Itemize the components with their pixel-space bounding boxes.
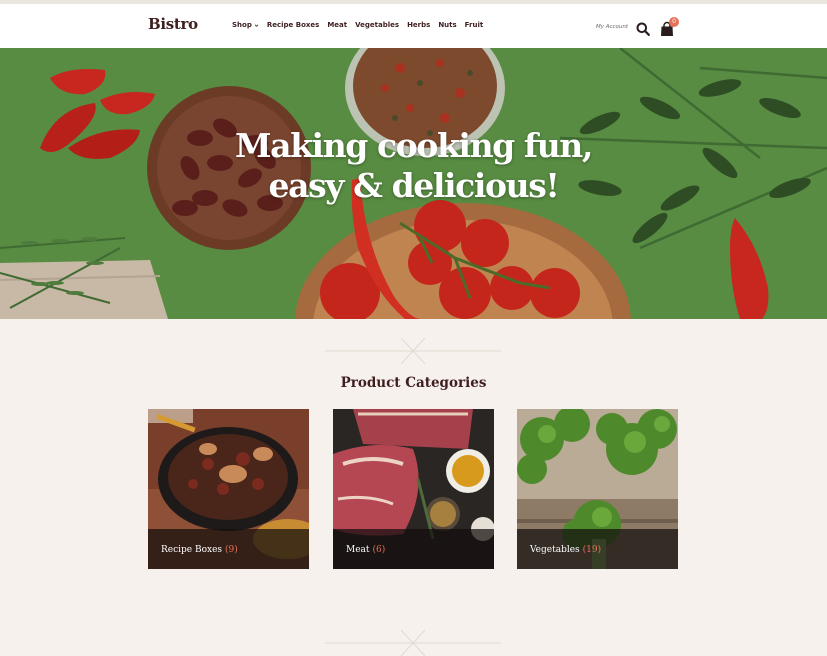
nav-item-label: Shop: [232, 21, 252, 29]
category-label: Meat (6): [346, 545, 385, 555]
hero-headline-line-1: Making cooking fun,: [234, 126, 593, 165]
nav-item-nuts[interactable]: Nuts: [438, 21, 456, 29]
category-count: (9): [225, 545, 238, 555]
cart-count-badge: 0: [669, 17, 679, 27]
hero-headline: Making cooking fun, easy & delicious!: [0, 126, 827, 206]
chevron-down-icon: [254, 23, 259, 27]
hero-headline-line-2: easy & delicious!: [268, 166, 560, 205]
hero-banner: Making cooking fun, easy & delicious!: [0, 48, 827, 319]
my-account-link[interactable]: My Account: [596, 24, 628, 30]
category-name: Recipe Boxes: [161, 545, 223, 555]
category-card-recipe-boxes[interactable]: Recipe Boxes (9): [148, 409, 309, 569]
section-divider: [325, 338, 501, 364]
site-logo[interactable]: Bistro: [148, 15, 198, 33]
nav-item-recipe-boxes[interactable]: Recipe Boxes: [267, 21, 319, 29]
nav-item-label: Fruit: [464, 21, 484, 29]
nav-item-shop[interactable]: Shop: [232, 21, 259, 29]
product-categories-title: Product Categories: [340, 375, 487, 391]
nav-item-label: Vegetables: [355, 21, 400, 29]
nav-item-meat[interactable]: Meat: [327, 21, 347, 29]
category-count: (19): [582, 545, 602, 555]
site-header: Bistro Shop Recipe Boxes Meat Vegetables…: [0, 4, 827, 48]
category-name: Vegetables: [530, 545, 580, 555]
main-nav: Shop Recipe Boxes Meat Vegetables Herbs …: [232, 21, 483, 29]
category-card-vegetables[interactable]: Vegetables (19): [517, 409, 678, 569]
section-divider-bottom: [325, 630, 501, 656]
nav-item-label: Nuts: [438, 21, 457, 29]
category-count: (6): [372, 545, 386, 555]
category-card-meat[interactable]: Meat (6): [333, 409, 494, 569]
nav-item-label: Herbs: [407, 21, 431, 29]
nav-item-label: Recipe Boxes: [266, 21, 320, 29]
category-name: Meat: [346, 545, 370, 555]
category-label: Recipe Boxes (9): [161, 545, 238, 555]
nav-item-herbs[interactable]: Herbs: [407, 21, 430, 29]
nav-item-vegetables[interactable]: Vegetables: [355, 21, 399, 29]
nav-item-label: Meat: [327, 21, 348, 29]
search-icon[interactable]: [636, 22, 650, 36]
nav-item-fruit[interactable]: Fruit: [465, 21, 484, 29]
category-label: Vegetables (19): [530, 545, 601, 555]
